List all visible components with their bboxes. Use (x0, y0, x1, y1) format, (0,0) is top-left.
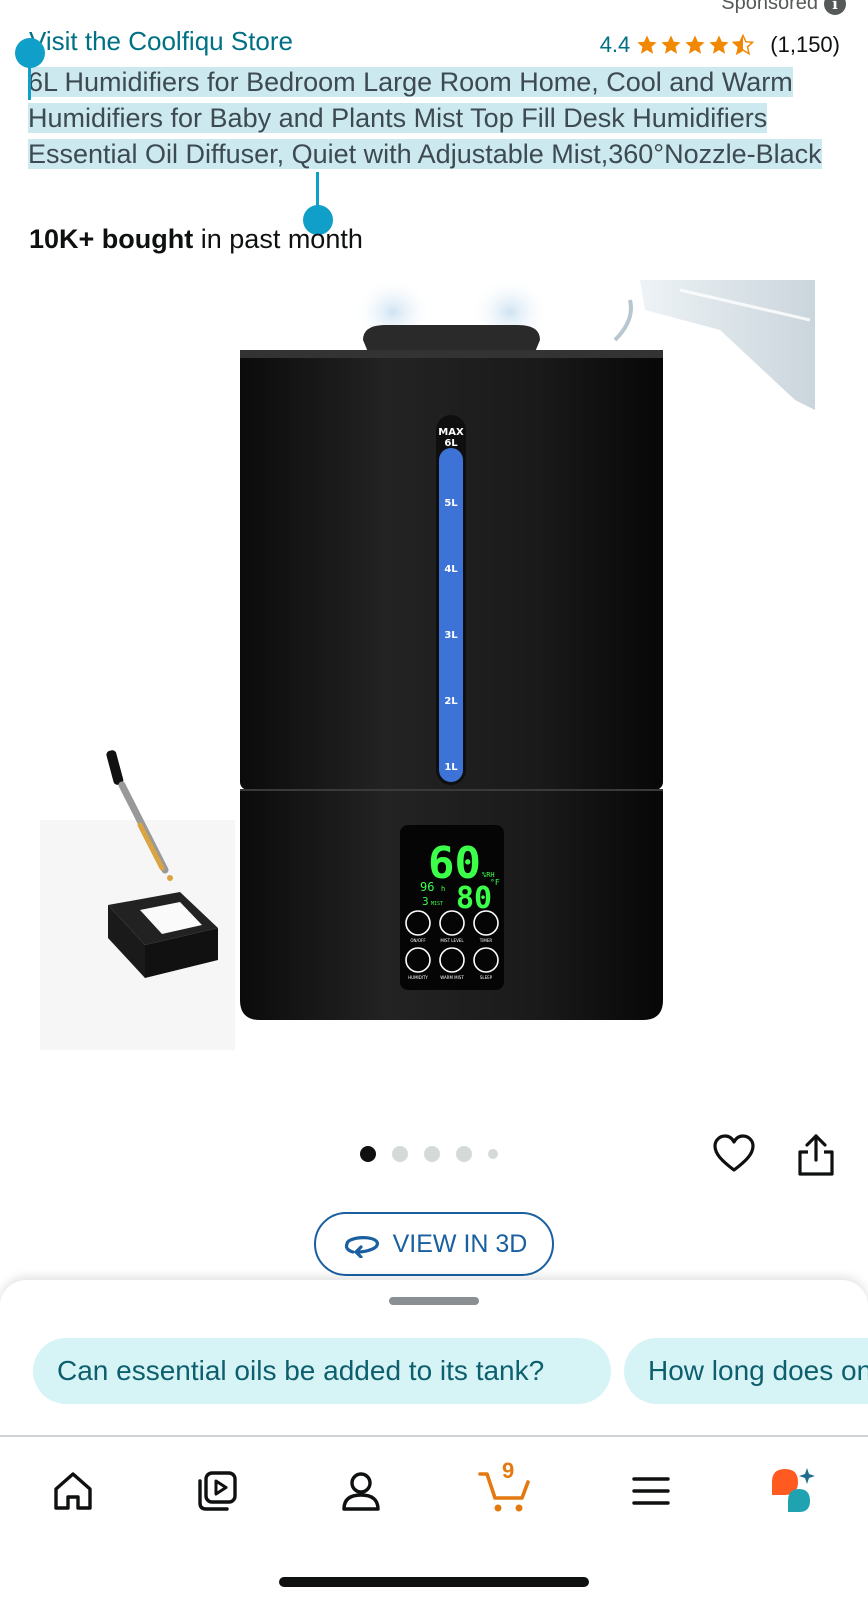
image-carousel-dots[interactable] (360, 1146, 498, 1162)
rating-value: 4.4 (599, 32, 631, 57)
carousel-dot[interactable] (488, 1149, 498, 1159)
home-indicator[interactable] (279, 1577, 589, 1587)
view-in-3d-label: VIEW IN 3D (392, 1229, 528, 1258)
product-title[interactable]: 6L Humidifiers for Bedroom Large Room Ho… (28, 64, 840, 172)
heart-icon[interactable] (712, 1132, 756, 1176)
star-icon (637, 35, 657, 54)
home-icon (54, 1472, 92, 1510)
button-label-sleep: SLEEP (480, 975, 493, 980)
video-icon (198, 1471, 237, 1511)
star-icon (685, 35, 705, 54)
display-mist-unit: MIST (431, 901, 443, 907)
essential-oil-tray-illustration (40, 750, 235, 1050)
display-mist: 3 (422, 895, 429, 908)
carousel-dot[interactable] (456, 1146, 472, 1162)
questions-bottom-sheet[interactable]: Can essential oils be added to its tank?… (0, 1280, 868, 1435)
sheet-grabber[interactable] (389, 1297, 479, 1305)
rotate-3d-icon (344, 1236, 379, 1258)
display-timer-unit: h (441, 885, 445, 893)
tab-home[interactable] (46, 1464, 100, 1518)
rufus-icon (772, 1468, 815, 1512)
rating-count: (1,150) (770, 32, 840, 57)
button-label-humidity: HUMIDITY (408, 975, 428, 980)
tank-mark-5l: 5L (444, 498, 458, 509)
button-label-onoff: ON/OFF (410, 938, 426, 943)
half-star-icon (732, 34, 755, 56)
cart-count-badge: 9 (502, 1458, 515, 1483)
carousel-dot[interactable] (360, 1146, 376, 1162)
tab-menu[interactable] (624, 1464, 678, 1518)
button-label-warm-mist: WARM MIST (440, 975, 464, 980)
info-icon[interactable]: i (824, 0, 846, 15)
tank-mark-6l: 6L (444, 438, 458, 449)
question-chip[interactable]: Can essential oils be added to its tank? (33, 1338, 611, 1404)
menu-icon (632, 1477, 670, 1505)
star-icon (709, 35, 729, 54)
bought-period: in past month (193, 224, 363, 254)
account-icon (342, 1472, 380, 1511)
bottom-tab-bar: 9 (0, 1435, 868, 1600)
tab-rufus[interactable] (768, 1464, 822, 1518)
tab-video[interactable] (190, 1464, 244, 1518)
product-title-block: 6L Humidifiers for Bedroom Large Room Ho… (28, 64, 840, 172)
product-image[interactable]: MAX 6L 5L 4L 3L 2L 1L 60 %RH 80 °F 96 h … (40, 280, 830, 1070)
star-icon (661, 35, 681, 54)
rating-stars (636, 34, 755, 56)
view-in-3d-button[interactable]: VIEW IN 3D (314, 1212, 554, 1276)
sponsored-label: Sponsored (721, 0, 818, 14)
bought-in-past-month: 10K+ bought in past month (29, 224, 363, 255)
tank-mark-1l: 1L (444, 762, 458, 773)
display-timer: 96 (420, 880, 434, 894)
sponsored-label-row[interactable]: Sponsored i (721, 0, 846, 15)
button-label-timer: TIMER (479, 938, 493, 943)
tab-account[interactable] (334, 1464, 388, 1518)
display-temp-unit: °F (490, 878, 500, 887)
store-link[interactable]: Visit the Coolfiqu Store (29, 26, 293, 57)
tab-cart[interactable]: 9 (478, 1458, 532, 1518)
bought-count: 10K+ bought (29, 224, 194, 254)
tank-mark-2l: 2L (444, 696, 458, 707)
question-chip[interactable]: How long does one (624, 1338, 868, 1404)
tank-mark-4l: 4L (444, 564, 458, 575)
carousel-dot[interactable] (392, 1146, 408, 1162)
tank-mark-3l: 3L (444, 630, 458, 641)
tank-mark-max: MAX (438, 427, 464, 438)
share-icon[interactable] (796, 1132, 836, 1176)
humidifier-top-cap (363, 325, 540, 352)
selection-start-handle[interactable] (15, 38, 45, 68)
selected-title-text: 6L Humidifiers for Bedroom Large Room Ho… (28, 67, 822, 169)
rating[interactable]: 4.4 (1,150) (600, 32, 840, 58)
button-label-mist-level: MIST LEVEL (440, 938, 464, 943)
carousel-dot[interactable] (424, 1146, 440, 1162)
